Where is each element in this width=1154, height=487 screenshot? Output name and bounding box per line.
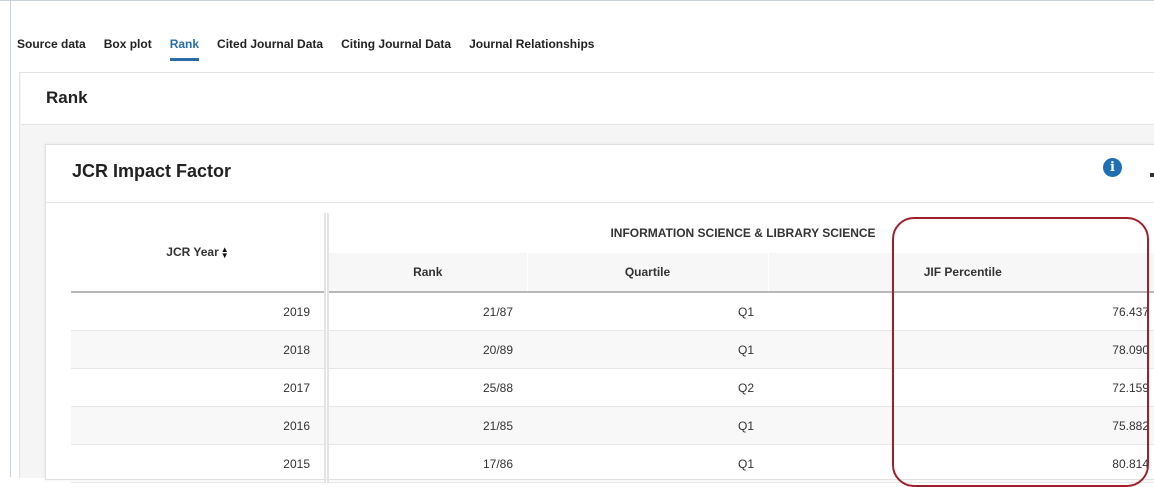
tab-source-data[interactable]: Source data (17, 37, 86, 61)
year-cell: 2018 (71, 331, 327, 369)
percentile-cell: 75.882 (768, 407, 1154, 445)
quartile-cell: Q2 (527, 369, 768, 407)
jcr-year-header-label: JCR Year (166, 245, 218, 259)
sort-icon[interactable]: ▲▼ (221, 247, 229, 259)
rank-cell: 20/89 (327, 331, 528, 369)
tab-citing-journal-data[interactable]: Citing Journal Data (341, 37, 451, 61)
rank-table: JCR Year▲▼ INFORMATION SCIENCE & LIBRARY… (71, 213, 1154, 483)
jcr-year-header[interactable]: JCR Year▲▼ (71, 213, 327, 292)
frame-top-border (0, 0, 1154, 1)
tab-cited-journal-data[interactable]: Cited Journal Data (217, 37, 323, 61)
rank-cell: 21/85 (327, 407, 528, 445)
year-cell: 2017 (71, 369, 327, 407)
card-header: JCR Impact Factor i (46, 145, 1154, 203)
table-row: 2019 21/87 Q1 76.437 (71, 292, 1154, 331)
table-row: 2016 21/85 Q1 75.882 (71, 407, 1154, 445)
rank-cell: 21/87 (327, 292, 528, 331)
card-title: JCR Impact Factor (72, 161, 231, 182)
percentile-cell: 72.159 (768, 369, 1154, 407)
quartile-cell: Q1 (527, 331, 768, 369)
year-cell: 2019 (71, 292, 327, 331)
rank-column-header: Rank (327, 253, 528, 292)
frame-left-border (10, 0, 11, 477)
jif-percentile-column-header: JIF Percentile (768, 253, 1154, 292)
info-icon[interactable]: i (1103, 158, 1122, 177)
rank-cell: 25/88 (327, 369, 528, 407)
jcr-impact-factor-card: JCR Impact Factor i JCR Year▲▼ INFORMATI… (45, 144, 1154, 480)
category-header: INFORMATION SCIENCE & LIBRARY SCIENCE (327, 213, 1154, 253)
table-row: 2017 25/88 Q2 72.159 (71, 369, 1154, 407)
quartile-column-header: Quartile (527, 253, 768, 292)
tab-rank[interactable]: Rank (170, 37, 199, 61)
rank-section-title: Rank (46, 88, 88, 108)
percentile-cell: 78.090 (768, 331, 1154, 369)
rank-header: Rank (21, 73, 1154, 125)
tab-box-plot[interactable]: Box plot (104, 37, 152, 61)
year-cell: 2016 (71, 407, 327, 445)
collapse-caret-icon[interactable] (1150, 173, 1154, 177)
quartile-cell: Q1 (527, 407, 768, 445)
rank-panel: Rank JCR Impact Factor i JCR Year▲▼ INFO… (19, 72, 1154, 478)
quartile-cell: Q1 (527, 292, 768, 331)
tab-bar: Source data Box plot Rank Cited Journal … (17, 37, 612, 61)
tab-journal-relationships[interactable]: Journal Relationships (469, 37, 594, 61)
table-row: 2018 20/89 Q1 78.090 (71, 331, 1154, 369)
percentile-cell: 76.437 (768, 292, 1154, 331)
